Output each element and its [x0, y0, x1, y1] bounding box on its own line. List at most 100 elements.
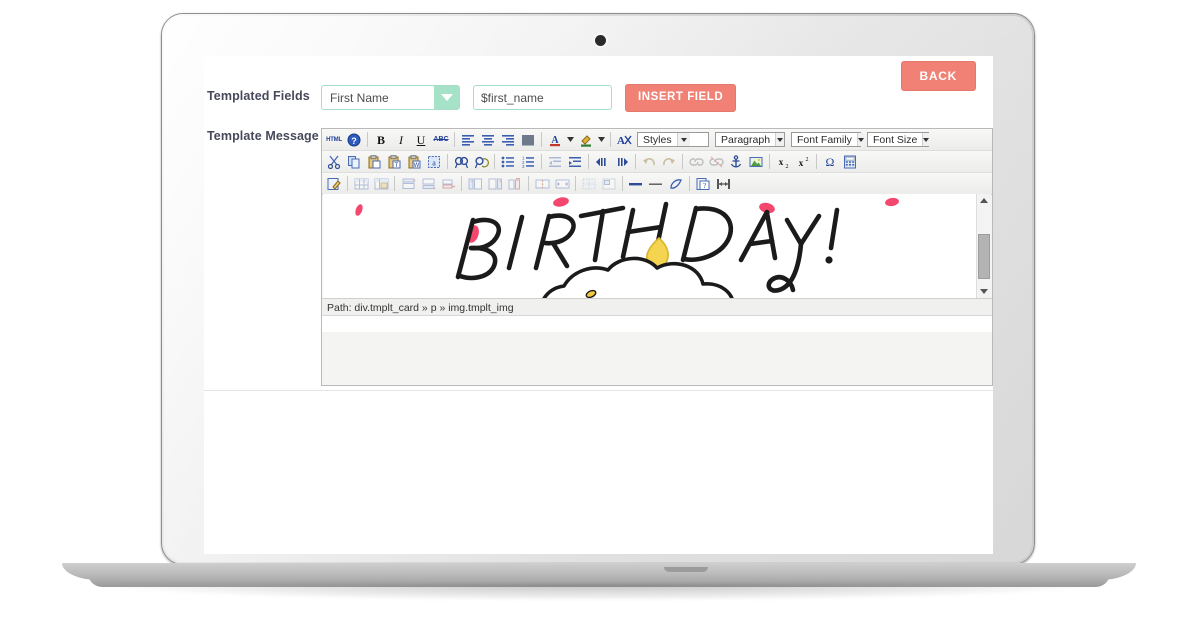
insert-image-icon[interactable]: [747, 153, 765, 171]
svg-text:x: x: [779, 157, 784, 167]
strikethrough-icon[interactable]: ABC: [432, 131, 450, 149]
numbered-list-icon[interactable]: 123: [519, 153, 537, 171]
chevron-down-icon: [676, 133, 690, 146]
svg-text:W: W: [414, 163, 420, 169]
redo-icon[interactable]: [660, 153, 678, 171]
indent-icon[interactable]: [566, 153, 584, 171]
templated-field-select[interactable]: First Name: [321, 85, 460, 111]
svg-text:2: 2: [806, 157, 809, 163]
calculator-icon[interactable]: [841, 153, 859, 171]
chevron-down-icon[interactable]: [434, 86, 459, 110]
ltr-direction-icon[interactable]: [593, 153, 611, 171]
svg-text:+: +: [413, 178, 416, 184]
content-panel: BACK Templated Fields Template Message F…: [204, 56, 993, 390]
remove-format-icon[interactable]: A: [615, 131, 633, 149]
preview-icon[interactable]: ?: [694, 175, 712, 193]
fullscreen-icon[interactable]: [714, 175, 732, 193]
html-source-icon[interactable]: HTML: [325, 131, 343, 149]
superscript-icon[interactable]: x2: [794, 153, 812, 171]
help-icon[interactable]: ?: [345, 131, 363, 149]
editor-toolbar-row-3: + + + + ?: [322, 173, 992, 195]
scrollbar-thumb[interactable]: [978, 234, 990, 279]
background-color-icon[interactable]: [577, 131, 595, 149]
editor-body: [322, 194, 992, 299]
templated-fields-label: Templated Fields: [207, 89, 310, 103]
insert-column-before-icon[interactable]: +: [466, 175, 484, 193]
italic-icon[interactable]: I: [392, 131, 410, 149]
insert-table-icon[interactable]: [352, 175, 370, 193]
delete-column-icon[interactable]: [506, 175, 524, 193]
bold-icon[interactable]: B: [372, 131, 390, 149]
background-color-dropdown-icon[interactable]: [597, 131, 606, 149]
svg-text:2: 2: [786, 164, 789, 169]
svg-text:T: T: [395, 163, 399, 169]
copy-icon[interactable]: [345, 153, 363, 171]
insert-column-after-icon[interactable]: +: [486, 175, 504, 193]
grid-lines-icon[interactable]: [580, 175, 598, 193]
svg-text:a: a: [432, 158, 436, 167]
select-all-icon[interactable]: a: [425, 153, 443, 171]
styles-dropdown[interactable]: Styles: [637, 132, 709, 147]
toolbar-separator: [682, 154, 683, 169]
insert-field-button[interactable]: INSERT FIELD: [625, 84, 737, 112]
birthday-cupcake-illustration: [323, 194, 978, 298]
editor-path-bar: Path: div.tmplt_card » p » img.tmplt_img: [322, 298, 992, 316]
undo-icon[interactable]: [640, 153, 658, 171]
editor-toolbar-row-1: HTML ? B I U ABC A A Styles Paragraph Fo…: [322, 129, 992, 151]
template-message-label: Template Message: [207, 129, 319, 143]
insert-row-before-icon[interactable]: +: [399, 175, 417, 193]
table-cell-properties-icon[interactable]: [600, 175, 618, 193]
toolbar-separator: [541, 132, 542, 147]
triangle-down-icon[interactable]: [977, 285, 991, 298]
editor-vertical-scrollbar[interactable]: [976, 194, 991, 298]
find-replace-icon[interactable]: [472, 153, 490, 171]
text-color-dropdown-icon[interactable]: [566, 131, 575, 149]
cleanup-icon[interactable]: [667, 175, 685, 193]
svg-text:?: ?: [351, 136, 357, 146]
toolbar-separator: [541, 154, 542, 169]
triangle-up-icon[interactable]: [977, 194, 991, 207]
link-icon[interactable]: [687, 153, 705, 171]
field-token-input[interactable]: $first_name: [473, 85, 612, 111]
align-right-icon[interactable]: [499, 131, 517, 149]
horizontal-rule-icon[interactable]: [627, 175, 645, 193]
back-button[interactable]: BACK: [900, 61, 976, 91]
chevron-down-icon: [856, 133, 864, 146]
cut-icon[interactable]: [325, 153, 343, 171]
find-icon[interactable]: [452, 153, 470, 171]
laptop-shadow: [120, 584, 1080, 600]
align-center-icon[interactable]: [479, 131, 497, 149]
editor-content-area[interactable]: [323, 194, 979, 298]
align-left-icon[interactable]: [459, 131, 477, 149]
page-break-icon[interactable]: [647, 175, 665, 193]
merge-cell-icon[interactable]: [553, 175, 571, 193]
text-color-icon[interactable]: A: [546, 131, 564, 149]
delete-row-icon[interactable]: [439, 175, 457, 193]
font-size-dropdown[interactable]: Font Size: [867, 132, 930, 147]
svg-text:+: +: [470, 179, 473, 185]
unlink-icon[interactable]: [707, 153, 725, 171]
toolbar-separator: [454, 132, 455, 147]
font-size-dropdown-label: Font Size: [873, 133, 918, 146]
toolbar-separator: [394, 176, 395, 191]
toolbar-separator: [447, 154, 448, 169]
paste-icon[interactable]: [365, 153, 383, 171]
bullet-list-icon[interactable]: [499, 153, 517, 171]
special-character-icon[interactable]: Ω: [821, 153, 839, 171]
paste-from-word-icon[interactable]: W: [405, 153, 423, 171]
anchor-icon[interactable]: [727, 153, 745, 171]
paste-as-text-icon[interactable]: T: [385, 153, 403, 171]
outdent-icon[interactable]: [546, 153, 564, 171]
rtl-direction-icon[interactable]: [613, 153, 631, 171]
toolbar-separator: [610, 132, 611, 147]
edit-css-icon[interactable]: [325, 175, 343, 193]
paragraph-dropdown[interactable]: Paragraph: [715, 132, 785, 147]
subscript-icon[interactable]: x2: [774, 153, 792, 171]
align-justify-icon[interactable]: [519, 131, 537, 149]
font-family-dropdown[interactable]: Font Family: [791, 132, 864, 147]
table-properties-icon[interactable]: [372, 175, 390, 193]
split-cell-icon[interactable]: [533, 175, 551, 193]
insert-row-after-icon[interactable]: +: [419, 175, 437, 193]
toolbar-separator: [635, 154, 636, 169]
underline-icon[interactable]: U: [412, 131, 430, 149]
